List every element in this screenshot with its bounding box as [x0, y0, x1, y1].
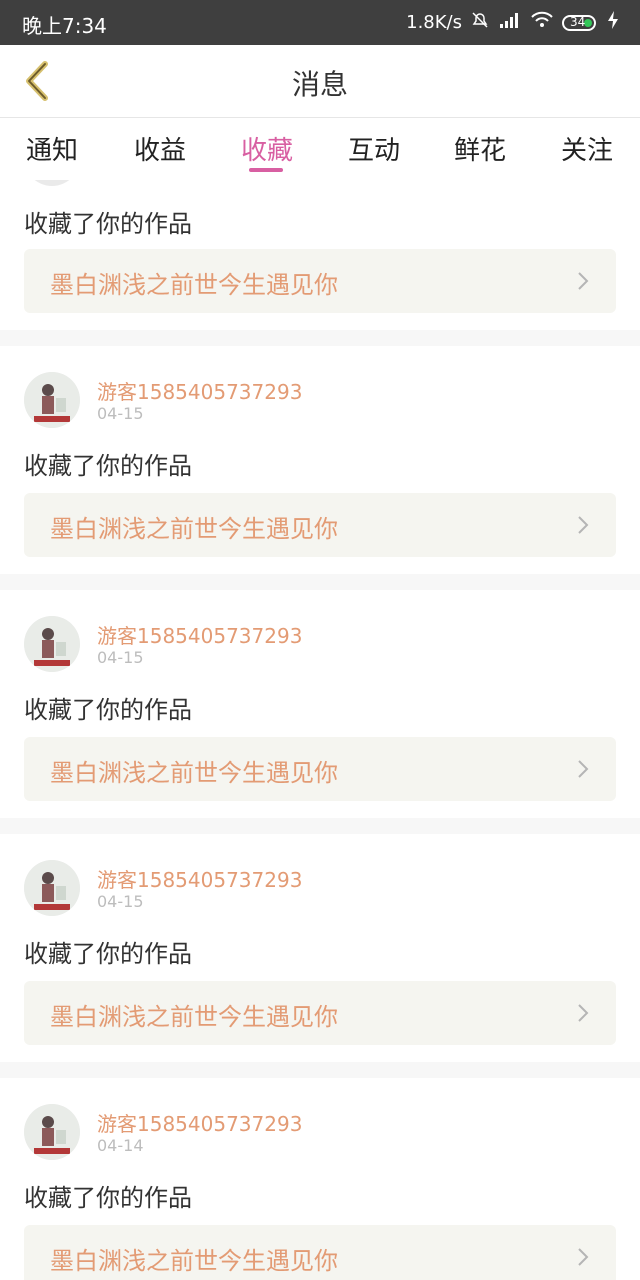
- action-text: 收藏了你的作品: [24, 1184, 192, 1212]
- work-title: 墨白渊浅之前世今生遇见你: [50, 1003, 338, 1031]
- work-link[interactable]: 墨白渊浅之前世今生遇见你: [24, 981, 616, 1045]
- mute-icon: [470, 10, 490, 35]
- header: 消息: [0, 45, 640, 118]
- tab-earnings[interactable]: 收益: [134, 130, 186, 167]
- username[interactable]: 游客1585405737293: [97, 620, 302, 649]
- username[interactable]: 游客1585405737293: [97, 864, 302, 893]
- tab-flowers[interactable]: 鲜花: [454, 130, 506, 167]
- action-text: 收藏了你的作品: [24, 210, 192, 238]
- chevron-right-icon: [574, 757, 592, 781]
- avatar[interactable]: [24, 616, 80, 672]
- username[interactable]: 游客1585405737293: [97, 376, 302, 405]
- date: 04-15: [97, 892, 144, 911]
- divider: [0, 1062, 640, 1078]
- avatar[interactable]: [24, 1104, 80, 1160]
- status-time: 晚上7:34: [22, 14, 107, 38]
- date: 04-15: [97, 648, 144, 667]
- tab-notifications[interactable]: 通知: [26, 130, 78, 167]
- work-title: 墨白渊浅之前世今生遇见你: [50, 515, 338, 543]
- tab-favorites[interactable]: 收藏: [241, 130, 293, 167]
- work-link[interactable]: 墨白渊浅之前世今生遇见你: [24, 493, 616, 557]
- work-title: 墨白渊浅之前世今生遇见你: [50, 1247, 338, 1275]
- work-link[interactable]: 墨白渊浅之前世今生遇见你: [24, 249, 616, 313]
- avatar[interactable]: [24, 372, 80, 428]
- tab-bar: 通知 收益 收藏 互动 鲜花 关注: [0, 118, 640, 180]
- wifi-icon: [530, 10, 554, 35]
- battery-icon: 34: [562, 14, 596, 31]
- divider: [0, 574, 640, 590]
- action-text: 收藏了你的作品: [24, 696, 192, 724]
- chevron-right-icon: [574, 513, 592, 537]
- charging-icon: [604, 10, 622, 35]
- avatar[interactable]: [24, 180, 80, 186]
- action-text: 收藏了你的作品: [24, 940, 192, 968]
- page-title: 消息: [291, 68, 348, 101]
- list-item: 游客1585405737293 04-15 收藏了你的作品 墨白渊浅之前世今生遇…: [0, 590, 640, 818]
- signal-icon: [498, 10, 522, 35]
- list-item: 游客1585405737293 04-15 收藏了你的作品 墨白渊浅之前世今生遇…: [0, 346, 640, 574]
- active-tab-indicator: [249, 168, 283, 172]
- status-icons: 1.8K/s 34: [406, 10, 622, 35]
- tab-follow[interactable]: 关注: [561, 130, 613, 167]
- divider: [0, 330, 640, 346]
- date: 04-14: [97, 1136, 144, 1155]
- list-item: 收藏了你的作品 墨白渊浅之前世今生遇见你: [0, 180, 640, 330]
- battery-level: 34: [570, 14, 586, 29]
- avatar[interactable]: [24, 860, 80, 916]
- action-text: 收藏了你的作品: [24, 452, 192, 480]
- chevron-right-icon: [574, 269, 592, 293]
- work-title: 墨白渊浅之前世今生遇见你: [50, 759, 338, 787]
- work-title: 墨白渊浅之前世今生遇见你: [50, 271, 338, 299]
- divider: [0, 818, 640, 834]
- chevron-right-icon: [574, 1245, 592, 1269]
- list-item: 游客1585405737293 04-14 收藏了你的作品 墨白渊浅之前世今生遇…: [0, 1078, 640, 1280]
- date: 04-15: [97, 404, 144, 423]
- message-list[interactable]: 收藏了你的作品 墨白渊浅之前世今生遇见你 游客1585405737293 04-…: [0, 180, 640, 1280]
- list-item: 游客1585405737293 04-15 收藏了你的作品 墨白渊浅之前世今生遇…: [0, 834, 640, 1062]
- tab-interactions[interactable]: 互动: [348, 130, 400, 167]
- chevron-right-icon: [574, 1001, 592, 1025]
- network-speed: 1.8K/s: [406, 12, 462, 33]
- work-link[interactable]: 墨白渊浅之前世今生遇见你: [24, 1225, 616, 1280]
- username[interactable]: 游客1585405737293: [97, 1108, 302, 1137]
- status-bar: 晚上7:34 1.8K/s 34: [0, 0, 640, 45]
- work-link[interactable]: 墨白渊浅之前世今生遇见你: [24, 737, 616, 801]
